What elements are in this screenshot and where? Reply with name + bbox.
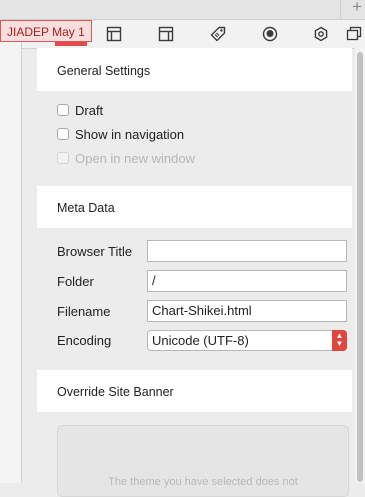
section-title: General Settings bbox=[57, 64, 151, 78]
draft-checkbox[interactable]: Draft bbox=[57, 101, 103, 119]
checkbox-label: Draft bbox=[75, 102, 104, 118]
banner-message-box: The theme you have selected does not bbox=[57, 425, 349, 497]
checkbox-label: Show in navigation bbox=[75, 126, 185, 142]
gear-icon bbox=[314, 26, 328, 42]
general-settings-body: Draft Show in navigation Open in new win… bbox=[37, 91, 352, 186]
checkbox-box[interactable] bbox=[57, 104, 69, 116]
tag-icon bbox=[210, 26, 226, 42]
field-label: Encoding bbox=[57, 332, 112, 348]
checkbox-label: Open in new window bbox=[75, 150, 195, 166]
show-in-navigation-checkbox[interactable]: Show in navigation bbox=[57, 125, 184, 143]
left-panel bbox=[0, 20, 21, 483]
tab-layout[interactable] bbox=[103, 24, 125, 44]
scrollbar-thumb[interactable] bbox=[357, 52, 363, 482]
encoding-select[interactable]: Unicode (UTF-8) ▲ ▼ bbox=[147, 329, 347, 351]
meta-data-body: Browser Title Folder / Filename Chart-Sh… bbox=[37, 228, 352, 370]
window-icon bbox=[346, 26, 362, 41]
title-bar: + bbox=[0, 0, 365, 20]
section-title: Override Site Banner bbox=[57, 385, 174, 399]
tab-window[interactable] bbox=[345, 24, 363, 44]
inspector-panel: General Settings Draft Show in navigatio… bbox=[37, 48, 352, 497]
browser-title-input[interactable] bbox=[147, 240, 347, 262]
folder-input[interactable]: / bbox=[147, 270, 347, 292]
tab-layout-alt[interactable] bbox=[155, 24, 177, 44]
field-label: Folder bbox=[57, 273, 94, 289]
encoding-row: Encoding Unicode (UTF-8) ▲ ▼ bbox=[57, 329, 347, 351]
layout-icon bbox=[106, 26, 122, 42]
layout-alt-icon bbox=[158, 26, 174, 42]
badge-icon bbox=[262, 26, 278, 42]
open-in-new-window-checkbox: Open in new window bbox=[57, 149, 195, 167]
tab-badge[interactable] bbox=[259, 24, 281, 44]
meta-data-header: Meta Data bbox=[37, 186, 352, 228]
select-value: Unicode (UTF-8) bbox=[152, 332, 249, 348]
banner-message: The theme you have selected does not bbox=[108, 476, 298, 488]
chevron-updown-icon[interactable]: ▲ ▼ bbox=[332, 329, 347, 351]
checkbox-box[interactable] bbox=[57, 128, 69, 140]
filename-row: Filename Chart-Shikei.html bbox=[57, 300, 347, 322]
field-label: Filename bbox=[57, 303, 111, 319]
browser-title-row: Browser Title bbox=[57, 240, 347, 262]
scrollbar[interactable] bbox=[355, 48, 365, 483]
folder-row: Folder / bbox=[57, 270, 347, 292]
divider bbox=[340, 0, 341, 19]
override-site-banner-header: Override Site Banner bbox=[37, 370, 352, 412]
tab-settings[interactable] bbox=[310, 24, 332, 44]
checkbox-box bbox=[57, 152, 69, 164]
section-title: Meta Data bbox=[57, 201, 115, 215]
filename-input[interactable]: Chart-Shikei.html bbox=[147, 300, 347, 322]
tab-tag[interactable] bbox=[207, 24, 229, 44]
add-icon[interactable]: + bbox=[352, 0, 362, 17]
general-settings-header: General Settings bbox=[37, 48, 352, 91]
divider bbox=[21, 20, 22, 483]
field-label: Browser Title bbox=[57, 243, 133, 259]
date-tag: JIADEP May 1 bbox=[0, 20, 92, 42]
